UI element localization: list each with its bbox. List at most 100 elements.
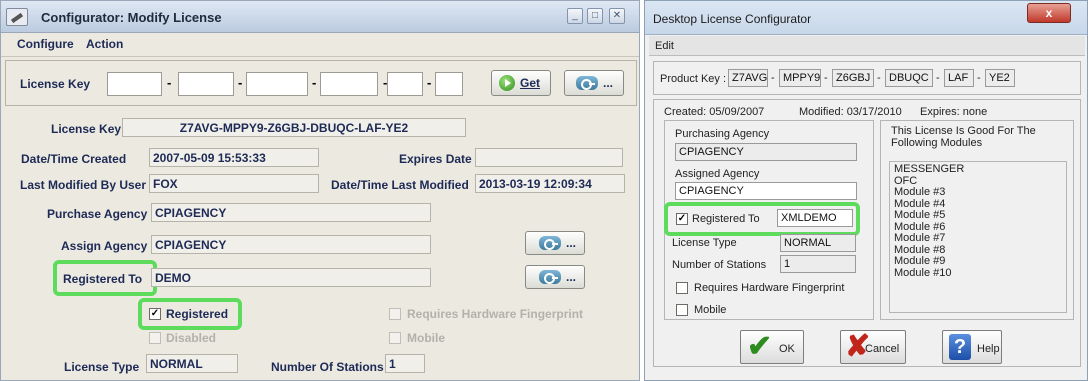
modified-by-label: Last Modified By User: [20, 178, 147, 192]
key-dash: -: [238, 75, 243, 90]
key-segment-5[interactable]: [387, 72, 423, 96]
lookup-label: ...: [603, 76, 614, 90]
disabled-checkbox[interactable]: [149, 332, 161, 344]
product-key-label: Product Key :: [660, 73, 727, 85]
key-dash: -: [167, 75, 172, 90]
title-bar: Configurator: Modify License _ □ ✕: [1, 1, 639, 33]
fingerprint-checkbox[interactable]: [389, 308, 401, 320]
module-item: Module #3: [894, 186, 946, 198]
modified-by-value: FOX: [149, 174, 319, 193]
product-key-part-4[interactable]: DBUQC: [885, 69, 933, 87]
key-lookup-button[interactable]: ...: [564, 70, 624, 96]
modules-list[interactable]: MESSENGER OFC Module #3 Module #4 Module…: [889, 161, 1067, 313]
cancel-label: Cancel: [865, 343, 900, 355]
product-key-part-5[interactable]: LAF: [944, 69, 974, 87]
app-icon: [6, 8, 28, 26]
fingerprint-checkbox-label: Requires Hardware Fingerprint: [407, 307, 584, 321]
license-key-entry-label: License Key: [20, 77, 91, 91]
assign-agency-label: Assign Agency: [61, 239, 148, 253]
assign-agency-lookup-button[interactable]: ...: [525, 231, 585, 255]
get-button[interactable]: Get: [491, 70, 551, 96]
lookup-icon: [539, 270, 561, 284]
registered-to-checkbox[interactable]: ✓: [676, 213, 688, 225]
key-dash: -: [877, 72, 881, 84]
product-key-part-1[interactable]: Z7AVG: [728, 69, 768, 87]
get-button-label: Get: [520, 76, 541, 90]
lookup-icon: [576, 76, 598, 90]
stations-label: Number of Stations: [672, 259, 767, 271]
title-bar: Desktop License Configurator x: [645, 1, 1087, 35]
modified-label: Modified: 03/17/2010: [799, 106, 902, 118]
registered-checkbox[interactable]: ✓: [149, 308, 161, 320]
expires-label: Expires Date: [399, 152, 472, 166]
module-item: Module #5: [894, 209, 946, 221]
key-segment-2[interactable]: [178, 72, 234, 96]
ok-label: OK: [779, 343, 795, 355]
module-item: MESSENGER: [894, 163, 965, 175]
desktop-configurator-window: Desktop License Configurator x Edit Prod…: [644, 0, 1088, 381]
key-segment-6[interactable]: [435, 72, 463, 96]
mobile-checkbox[interactable]: [389, 332, 401, 344]
key-dash: -: [427, 75, 432, 90]
key-segment-1[interactable]: [107, 72, 162, 96]
menu-edit[interactable]: Edit: [655, 40, 674, 52]
ok-button[interactable]: ✔ OK: [740, 330, 804, 364]
assigned-agency-input[interactable]: CPIAGENCY: [675, 182, 857, 200]
registered-to-input[interactable]: XMLDEMO: [777, 209, 853, 227]
created-label: Date/Time Created: [21, 152, 127, 166]
license-type-value: NORMAL: [146, 354, 238, 373]
expires-label: Expires: none: [920, 106, 988, 118]
license-type-label: License Type: [672, 237, 737, 249]
license-type-label: License Type: [64, 360, 140, 374]
expires-value: [475, 148, 623, 167]
menu-configure[interactable]: Configure: [17, 37, 74, 51]
configurator-window: Configurator: Modify License _ □ ✕ Confi…: [0, 0, 640, 381]
license-key-entry-row: License Key - - - - - Get ...: [5, 60, 637, 106]
close-button[interactable]: x: [1027, 3, 1071, 23]
help-button[interactable]: ? Help: [942, 330, 1002, 364]
window-title: Configurator: Modify License: [41, 10, 222, 25]
stations-value: 1: [385, 354, 425, 373]
key-dash: -: [824, 72, 828, 84]
mobile-checkbox[interactable]: [676, 304, 688, 316]
registered-to-lookup-button[interactable]: ...: [525, 265, 585, 289]
license-key-value: Z7AVG-MPPY9-Z6GBJ-DBUQC-LAF-YE2: [122, 118, 466, 137]
registered-to-label: Registered To: [63, 272, 143, 286]
mobile-label: Mobile: [694, 304, 727, 316]
product-key-part-2[interactable]: MPPY9: [779, 69, 821, 87]
product-key-part-6[interactable]: YE2: [985, 69, 1015, 87]
assigned-agency-label: Assigned Agency: [675, 168, 760, 180]
menu-action[interactable]: Action: [86, 37, 123, 51]
modules-title: This License Is Good For The Following M…: [891, 125, 1036, 149]
disabled-checkbox-label: Disabled: [166, 331, 217, 345]
key-segment-4[interactable]: [320, 72, 378, 96]
purchasing-agency-label: Purchasing Agency: [675, 128, 770, 140]
fingerprint-checkbox[interactable]: [676, 282, 688, 294]
modified-label: Date/Time Last Modified: [331, 178, 469, 192]
go-icon: [499, 75, 515, 91]
product-key-group: Product Key : Z7AVG - MPPY9 - Z6GBJ - DB…: [653, 61, 1081, 95]
module-item: Module #7: [894, 232, 946, 244]
registered-to-label: Registered To: [692, 213, 760, 225]
mobile-checkbox-label: Mobile: [407, 331, 445, 345]
license-type-value: NORMAL: [780, 234, 856, 252]
registered-to-value: DEMO: [151, 268, 431, 287]
maximize-icon[interactable]: □: [587, 8, 603, 24]
purchase-agency-value: CPIAGENCY: [151, 203, 431, 222]
cancel-button[interactable]: ✘ Cancel: [840, 330, 906, 364]
product-key-part-3[interactable]: Z6GBJ: [832, 69, 874, 87]
registered-checkbox-label: Registered: [166, 307, 229, 321]
help-question-icon: ?: [949, 334, 971, 360]
menu-bar: Configure Action: [1, 33, 639, 57]
key-dash: -: [771, 72, 775, 84]
lookup-label: ...: [566, 236, 577, 250]
purchasing-agency-value: CPIAGENCY: [675, 143, 857, 161]
purchase-agency-label: Purchase Agency: [47, 207, 148, 221]
key-segment-3[interactable]: [246, 72, 308, 96]
minimize-icon[interactable]: _: [567, 8, 583, 24]
modules-group: This License Is Good For The Following M…: [880, 120, 1074, 320]
created-value: 2007-05-09 15:53:33: [149, 148, 319, 167]
key-dash: -: [936, 72, 940, 84]
close-icon[interactable]: ✕: [609, 8, 625, 24]
key-dash: -: [977, 72, 981, 84]
